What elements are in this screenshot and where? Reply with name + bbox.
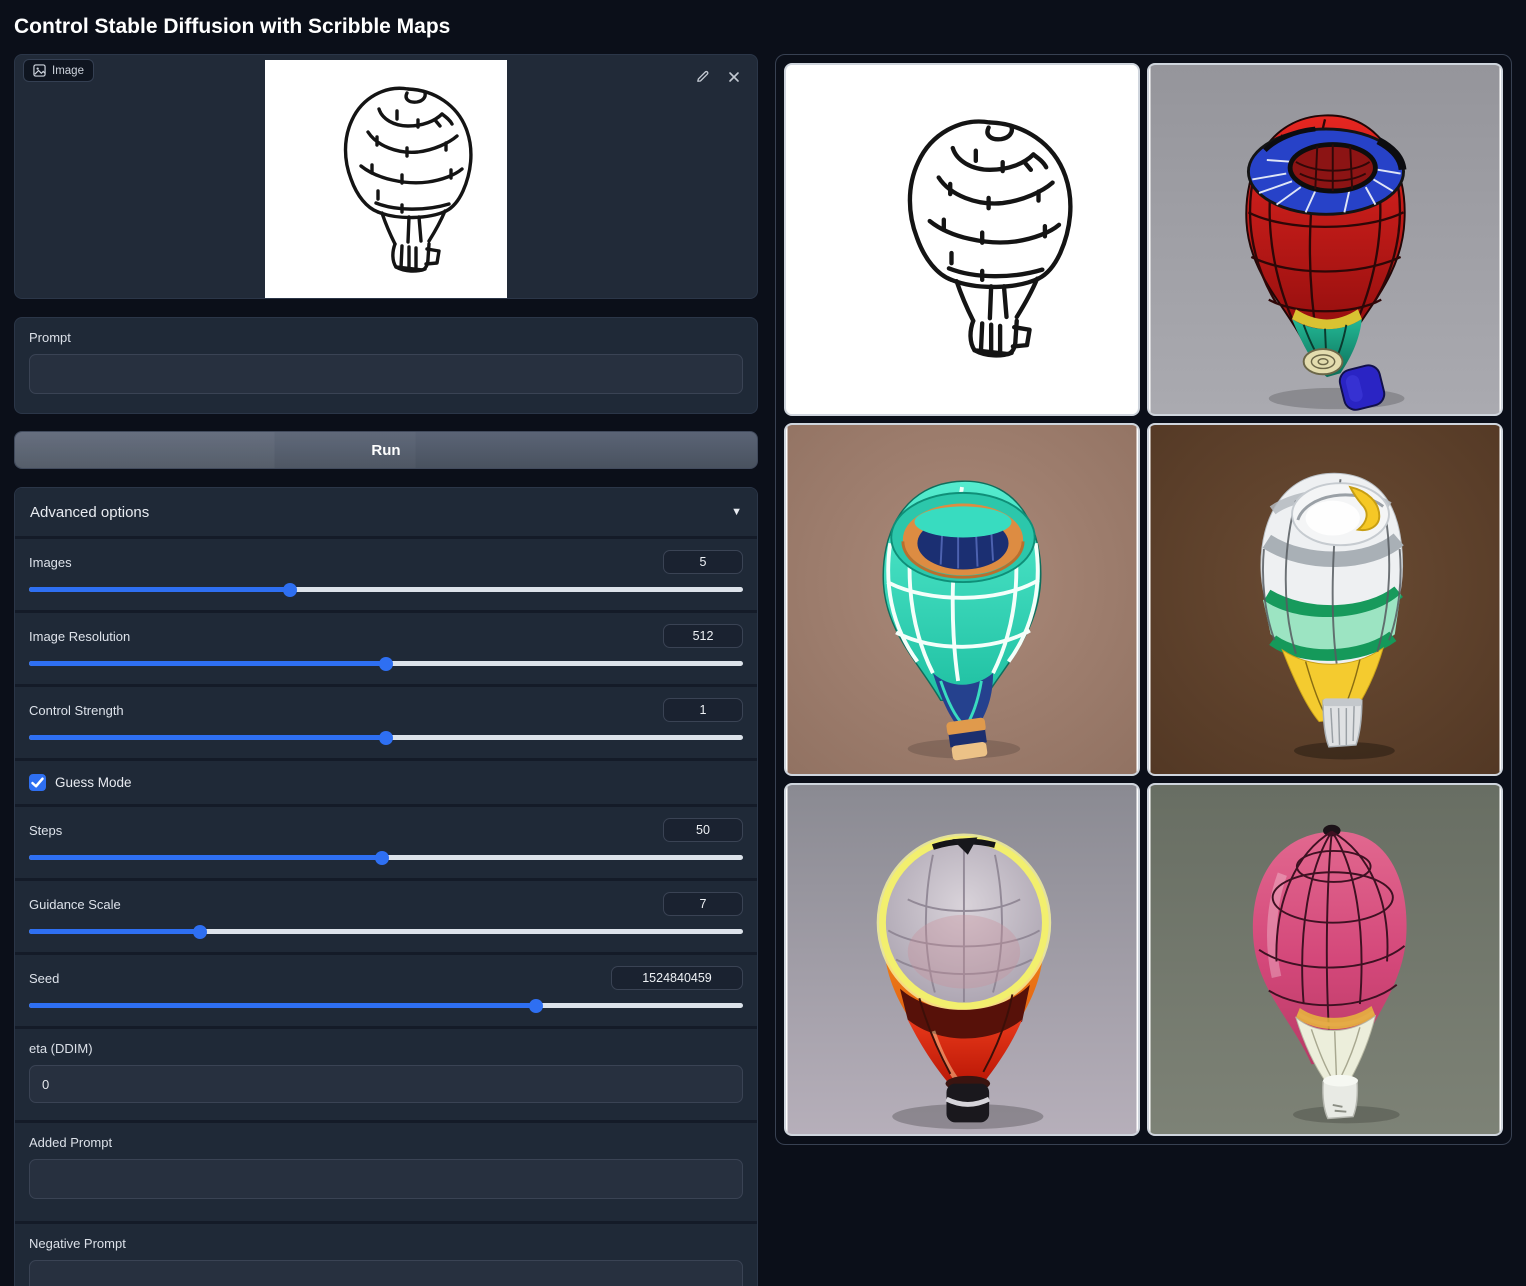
slider-images-handle[interactable] [282, 582, 297, 597]
gallery-item-scribble[interactable] [784, 63, 1140, 417]
gallery-item-teal-balloon[interactable] [784, 423, 1140, 777]
input-scribble-image[interactable] [265, 60, 507, 299]
gallery-image-orange-balloon [787, 785, 1137, 1135]
slider-images-label: Images [29, 554, 72, 570]
slider-images: Images [15, 539, 757, 611]
gallery-image-teal-balloon [787, 425, 1137, 775]
gallery-image-red-balloon [1150, 65, 1500, 415]
slider-seed-value-input[interactable] [611, 966, 743, 991]
added-prompt-label: Added Prompt [29, 1135, 113, 1151]
scribble-drawing [265, 60, 507, 299]
edit-image-button[interactable] [693, 67, 712, 86]
slider-guidance-scale-track[interactable] [29, 924, 743, 939]
image-toolbar [693, 67, 743, 86]
main-layout: Image Prompt Run Advanced options ▼ Imag… [14, 54, 1512, 1286]
chevron-down-icon: ▼ [731, 506, 742, 519]
result-gallery [775, 54, 1512, 1146]
guess-mode-checkbox[interactable] [29, 774, 46, 792]
page-title: Control Stable Diffusion with Scribble M… [14, 15, 451, 38]
slider-steps: Steps [15, 807, 757, 879]
controls-column: Image Prompt Run Advanced options ▼ Imag… [14, 54, 758, 1286]
gallery-item-red-balloon[interactable] [1147, 63, 1503, 417]
gallery-item-orange-balloon[interactable] [784, 783, 1140, 1137]
slider-steps-track[interactable] [29, 850, 743, 865]
pencil-icon [697, 71, 709, 83]
slider-seed-handle[interactable] [528, 998, 543, 1013]
gallery-image-green-yellow-balloon [1150, 425, 1500, 775]
advanced-options-header[interactable]: Advanced options ▼ [15, 488, 757, 537]
slider-steps-value-input[interactable] [663, 818, 743, 843]
advanced-options-body: Images Image Resolution [15, 536, 757, 1286]
app-root: Control Stable Diffusion with Scribble M… [0, 0, 1526, 1286]
gallery-item-pink-balloon[interactable] [1147, 783, 1503, 1137]
guess-mode-row: Guess Mode [15, 761, 757, 805]
slider-steps-label: Steps [29, 822, 63, 838]
slider-image-resolution-value-input[interactable] [663, 624, 743, 649]
slider-control-strength-track[interactable] [29, 730, 743, 745]
prompt-input[interactable] [29, 354, 743, 395]
run-button[interactable]: Run [14, 431, 758, 470]
slider-image-resolution: Image Resolution [15, 613, 757, 685]
slider-image-resolution-label: Image Resolution [29, 628, 131, 644]
image-upload-panel: Image [14, 54, 758, 300]
negative-prompt-row: Negative Prompt [15, 1224, 757, 1286]
added-prompt-input[interactable] [29, 1159, 743, 1200]
prompt-label: Prompt [29, 330, 71, 346]
slider-guidance-scale-label: Guidance Scale [29, 896, 121, 912]
slider-images-track[interactable] [29, 582, 743, 597]
image-icon [33, 64, 46, 77]
eta-ddim-input[interactable] [29, 1065, 743, 1104]
gallery-image-scribble [787, 65, 1137, 415]
check-icon [31, 777, 44, 788]
slider-guidance-scale: Guidance Scale [15, 881, 757, 953]
eta-ddim-row: eta (DDIM) [15, 1029, 757, 1121]
slider-control-strength: Control Strength [15, 687, 757, 759]
added-prompt-row: Added Prompt [15, 1123, 757, 1222]
slider-image-resolution-handle[interactable] [379, 656, 393, 671]
gallery-image-pink-balloon [1150, 785, 1500, 1135]
advanced-options-accordion: Advanced options ▼ Images 5 Image Resolu… [14, 487, 758, 1286]
slider-steps-handle[interactable] [375, 850, 390, 865]
close-icon [729, 71, 739, 82]
image-component-label: Image [23, 59, 94, 83]
negative-prompt-label: Negative Prompt [29, 1236, 126, 1252]
slider-seed-label: Seed [29, 970, 60, 986]
image-label-text: Image [52, 64, 84, 77]
negative-prompt-input[interactable] [29, 1260, 743, 1286]
slider-guidance-scale-value-input[interactable] [663, 892, 743, 917]
clear-image-button[interactable] [725, 67, 743, 86]
slider-seed-track[interactable] [29, 998, 743, 1013]
slider-image-resolution-track[interactable] [29, 656, 743, 671]
advanced-options-title: Advanced options [30, 503, 150, 521]
gallery-item-green-yellow-balloon[interactable] [1147, 423, 1503, 777]
slider-control-strength-handle[interactable] [379, 730, 393, 745]
slider-guidance-scale-handle[interactable] [192, 924, 207, 939]
slider-control-strength-value-input[interactable] [663, 698, 743, 723]
slider-seed: Seed [15, 955, 757, 1027]
prompt-block: Prompt [14, 317, 758, 415]
slider-control-strength-label: Control Strength [29, 702, 124, 718]
slider-images-value-input[interactable] [663, 550, 743, 575]
guess-mode-label: Guess Mode [55, 775, 132, 791]
eta-ddim-label: eta (DDIM) [29, 1041, 93, 1057]
